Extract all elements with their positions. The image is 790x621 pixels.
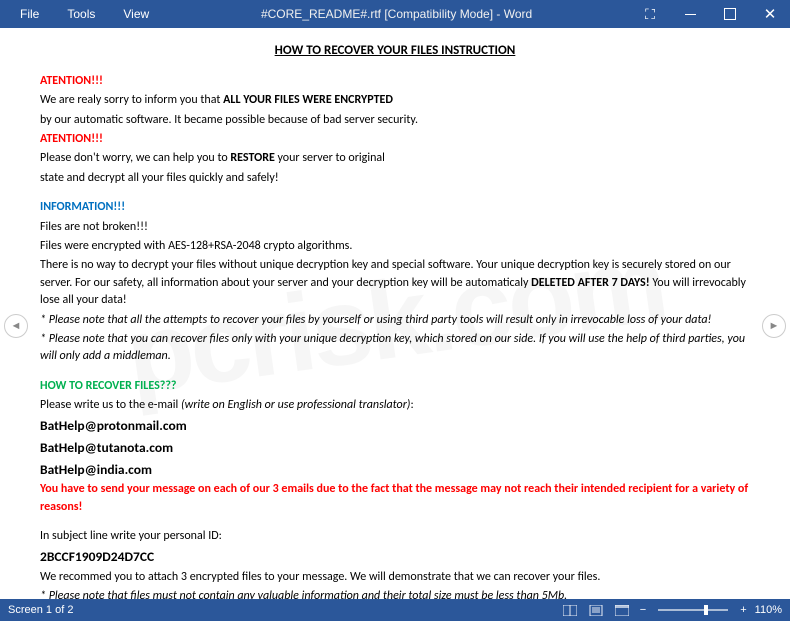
zoom-out-button[interactable]: − — [638, 604, 648, 616]
maximize-button[interactable] — [710, 0, 750, 28]
text-line: Files were encrypted with AES-128+RSA-20… — [40, 238, 750, 255]
chevron-right-icon: ► — [769, 320, 780, 332]
maximize-icon — [724, 8, 736, 20]
ribbon-icon: ⛶ — [645, 6, 655, 23]
note-line: * Please note that you can recover files… — [40, 331, 750, 366]
menu-view[interactable]: View — [109, 0, 163, 28]
text-line: Please don't worry, we can help you to R… — [40, 150, 750, 167]
minimize-icon — [685, 14, 696, 15]
text-line: state and decrypt all your files quickly… — [40, 170, 750, 187]
read-mode-button[interactable] — [560, 602, 580, 618]
close-icon: ✕ — [764, 7, 777, 22]
page-indicator[interactable]: Screen 1 of 2 — [8, 604, 560, 616]
menu-file[interactable]: File — [6, 0, 53, 28]
text-line: There is no way to decrypt your files wi… — [40, 257, 750, 309]
print-layout-icon — [589, 605, 603, 616]
close-button[interactable]: ✕ — [750, 0, 790, 28]
menu-tools[interactable]: Tools — [53, 0, 109, 28]
titlebar: File Tools View #CORE_README#.rtf [Compa… — [0, 0, 790, 28]
email-line: BatHelp@india.com — [40, 460, 750, 480]
document-title: #CORE_README#.rtf [Compatibility Mode] -… — [163, 7, 630, 21]
doc-heading: HOW TO RECOVER YOUR FILES INSTRUCTION — [40, 42, 750, 61]
web-layout-button[interactable] — [612, 602, 632, 618]
text-line: We are realy sorry to inform you that AL… — [40, 92, 750, 109]
web-layout-icon — [615, 605, 629, 616]
warning-line: You have to send your message on each of… — [40, 481, 750, 516]
statusbar: Screen 1 of 2 − + 110% — [0, 599, 790, 621]
email-line: BatHelp@protonmail.com — [40, 416, 750, 436]
print-layout-button[interactable] — [586, 602, 606, 618]
note-line: * Please note that all the attempts to r… — [40, 312, 750, 329]
personal-id: 2BCCF1909D24D7CC — [40, 547, 750, 567]
prev-page-button[interactable]: ◄ — [4, 314, 28, 338]
note-line: * Please note that files must not contai… — [40, 588, 750, 599]
next-page-button[interactable]: ► — [762, 314, 786, 338]
zoom-level[interactable]: 110% — [755, 604, 782, 616]
attention-label: ATENTION!!! — [40, 132, 103, 146]
text-line: Please write us to the e-mail (write on … — [40, 397, 750, 414]
document-area: pcrisk.com ◄ ► HOW TO RECOVER YOUR FILES… — [0, 28, 790, 599]
text-line: In subject line write your personal ID: — [40, 528, 750, 545]
menu-bar: File Tools View — [6, 0, 163, 28]
minimize-button[interactable] — [670, 0, 710, 28]
email-line: BatHelp@tutanota.com — [40, 438, 750, 458]
zoom-thumb[interactable] — [704, 605, 708, 615]
window-controls: ⛶ ✕ — [630, 0, 790, 28]
information-label: INFORMATION!!! — [40, 200, 125, 214]
zoom-slider[interactable] — [658, 609, 728, 611]
attention-label: ATENTION!!! — [40, 74, 103, 88]
text-line: We recommed you to attach 3 encrypted fi… — [40, 569, 750, 586]
howto-label: HOW TO RECOVER FILES??? — [40, 379, 176, 393]
ribbon-toggle-button[interactable]: ⛶ — [630, 0, 670, 28]
text-line: by our automatic software. It became pos… — [40, 112, 750, 129]
read-mode-icon — [563, 605, 577, 616]
chevron-left-icon: ◄ — [11, 320, 22, 332]
text-line: Files are not broken!!! — [40, 219, 750, 236]
document-content: HOW TO RECOVER YOUR FILES INSTRUCTION AT… — [0, 28, 790, 599]
zoom-in-button[interactable]: + — [738, 604, 748, 616]
